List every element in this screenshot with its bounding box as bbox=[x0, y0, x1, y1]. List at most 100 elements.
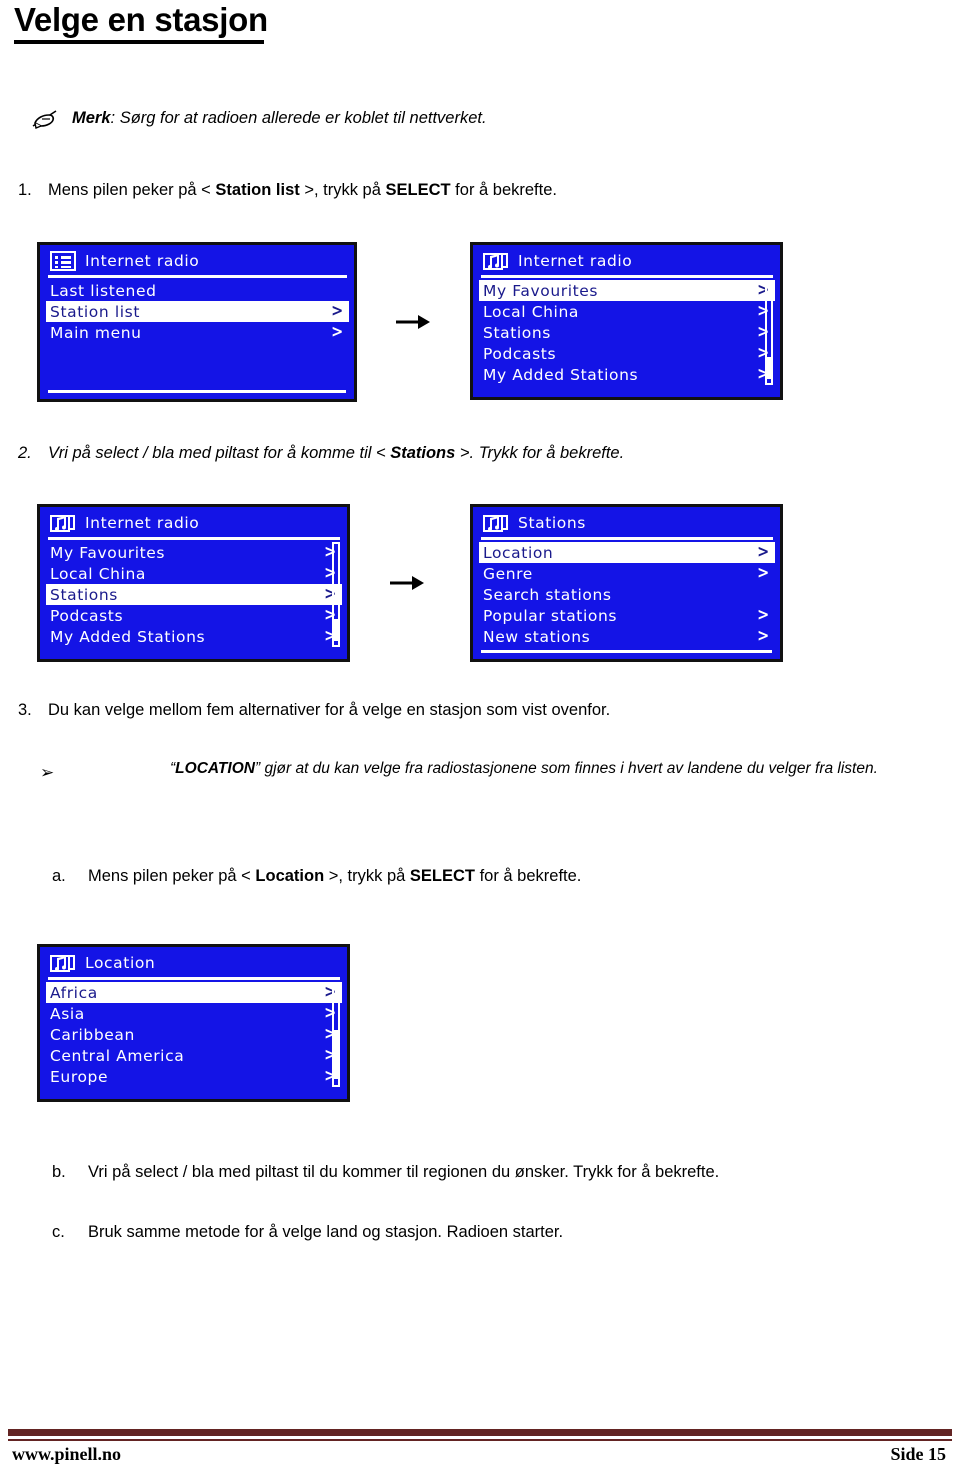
lcd-row[interactable]: Popular stations > bbox=[479, 605, 775, 626]
lcd-row[interactable]: Podcasts > bbox=[479, 343, 775, 364]
lcd-header-rule bbox=[48, 537, 340, 540]
step-1-post: for å bekrefte. bbox=[450, 181, 557, 199]
footer-rule-thick bbox=[8, 1429, 952, 1436]
substep-b: b. Vri på select / bla med piltast til d… bbox=[52, 1162, 719, 1183]
lcd-header: Stations bbox=[479, 511, 775, 535]
lcd-row-label: Location bbox=[483, 543, 554, 562]
chevron-right-icon: > bbox=[331, 301, 344, 321]
lcd-row-label: Stations bbox=[483, 323, 551, 342]
lcd-row-label: Central America bbox=[50, 1046, 185, 1065]
lcd-scrollbar[interactable] bbox=[332, 982, 340, 1087]
chevron-right-icon: > bbox=[757, 563, 770, 583]
lcd-row-label: Caribbean bbox=[50, 1025, 135, 1044]
lcd-row[interactable]: Last listened > bbox=[46, 280, 349, 301]
substep-a-bold1: Location bbox=[255, 867, 325, 885]
lcd-row[interactable]: Caribbean > bbox=[46, 1024, 342, 1045]
music-note-icon bbox=[50, 513, 76, 533]
lcd-row-label: Last listened bbox=[50, 281, 157, 300]
lcd-row[interactable]: Search stations > bbox=[479, 584, 775, 605]
note-body: : Sørg for at radioen allerede er koblet… bbox=[110, 109, 487, 128]
pen-note-icon bbox=[30, 108, 60, 130]
step-1-pre: Mens pilen peker på < bbox=[48, 181, 216, 199]
lcd-scrollbar[interactable] bbox=[765, 280, 773, 385]
lcd-row-label: Local China bbox=[483, 302, 579, 321]
music-note-icon bbox=[50, 953, 76, 973]
lcd-row[interactable]: Local China > bbox=[479, 301, 775, 322]
lcd-row-label: My Added Stations bbox=[483, 365, 639, 384]
lcd-row[interactable]: Stations > bbox=[479, 322, 775, 343]
substep-b-text: Vri på select / bla med piltast til du k… bbox=[88, 1163, 720, 1181]
substep-a-letter: a. bbox=[52, 867, 66, 885]
step-1-bold1: Station list bbox=[215, 181, 300, 199]
step-2-bold1: Stations bbox=[390, 444, 456, 462]
substep-c-text: Bruk samme metode for å velge land og st… bbox=[88, 1223, 564, 1241]
bullet-keyword: LOCATION bbox=[175, 760, 255, 777]
lcd-scrollbar-thumb[interactable] bbox=[334, 1030, 338, 1079]
lcd-header-title: Internet radio bbox=[85, 514, 200, 532]
lcd-row[interactable]: My Added Stations > bbox=[46, 626, 342, 647]
step-2-mid: >. Trykk for å bekrefte. bbox=[455, 444, 625, 462]
lcd-row[interactable]: My Favourites > bbox=[46, 542, 342, 563]
music-note-icon bbox=[483, 251, 509, 271]
lcd-row-label: Stations bbox=[50, 585, 118, 604]
lcd-row[interactable]: Europe > bbox=[46, 1066, 342, 1087]
title-underline bbox=[14, 40, 264, 44]
lcd-row-label: My Added Stations bbox=[50, 627, 206, 646]
lcd-screen-internet-radio-main: Internet radio Last listened > Station l… bbox=[37, 242, 357, 402]
lcd-row[interactable]: Main menu > bbox=[46, 322, 349, 343]
note-row: Merk: Sørg for at radioen allerede er ko… bbox=[30, 108, 487, 130]
lcd-row[interactable]: Station list > bbox=[46, 301, 349, 322]
lcd-scrollbar-thumb[interactable] bbox=[767, 356, 771, 379]
step-3-text: Du kan velge mellom fem alternativer for… bbox=[48, 701, 611, 719]
lcd-row[interactable]: New stations > bbox=[479, 626, 775, 647]
lcd-row[interactable]: Central America > bbox=[46, 1045, 342, 1066]
lcd-header: Internet radio bbox=[479, 249, 775, 273]
lcd-menu-list: Location > Genre > Search stations > Pop… bbox=[479, 542, 775, 647]
lcd-row[interactable]: My Favourites > bbox=[479, 280, 775, 301]
footer-website: www.pinell.no bbox=[12, 1444, 122, 1464]
step-1-mid: >, trykk på bbox=[299, 181, 386, 199]
lcd-row-label: Africa bbox=[50, 983, 98, 1002]
lcd-row[interactable]: Podcasts > bbox=[46, 605, 342, 626]
lcd-header-title: Stations bbox=[518, 514, 586, 532]
step-3: 3. Du kan velge mellom fem alternativer … bbox=[18, 700, 610, 721]
substep-a: a. Mens pilen peker på < Location >, try… bbox=[52, 866, 581, 887]
lcd-header: Location bbox=[46, 951, 342, 975]
note-text: Merk: Sørg for at radioen allerede er ko… bbox=[72, 109, 487, 129]
lcd-header-rule bbox=[481, 537, 773, 540]
lcd-bottom-rule bbox=[481, 650, 772, 653]
lcd-row[interactable]: Local China > bbox=[46, 563, 342, 584]
step-1-number: 1. bbox=[18, 181, 32, 199]
lcd-row-label: Podcasts bbox=[50, 606, 124, 625]
lcd-row[interactable]: Africa > bbox=[46, 982, 342, 1003]
lcd-row[interactable]: My Added Stations > bbox=[479, 364, 775, 385]
step-2-text: Vri på select / bla med piltast for å ko… bbox=[48, 443, 624, 464]
lcd-row-label: Genre bbox=[483, 564, 533, 583]
lcd-row-label: Station list bbox=[50, 302, 140, 321]
footer-rule-thin bbox=[8, 1439, 952, 1441]
lcd-scrollbar[interactable] bbox=[332, 542, 340, 647]
flow-arrow-right bbox=[390, 576, 424, 590]
step-1: 1. Mens pilen peker på < Station list >,… bbox=[18, 180, 557, 201]
lcd-row-label: Search stations bbox=[483, 585, 612, 604]
substep-b-letter: b. bbox=[52, 1163, 66, 1181]
step-2-pre: Vri på select / bla med piltast for å ko… bbox=[48, 444, 391, 462]
lcd-scrollbar-thumb[interactable] bbox=[334, 618, 338, 641]
substep-a-post: for å bekrefte. bbox=[475, 867, 582, 885]
lcd-row-label: My Favourites bbox=[483, 281, 599, 300]
lcd-header: Internet radio bbox=[46, 249, 349, 273]
page-title: Velge en stasjon bbox=[14, 1, 268, 38]
lcd-row-label: Podcasts bbox=[483, 344, 557, 363]
lcd-menu-list: Last listened > Station list > Main menu… bbox=[46, 280, 349, 343]
step-3-number: 3. bbox=[18, 701, 32, 719]
lcd-row[interactable]: Stations > bbox=[46, 584, 342, 605]
lcd-row-label: New stations bbox=[483, 627, 591, 646]
lcd-screen-location: Location Africa > Asia > Caribbean > Cen… bbox=[37, 944, 350, 1102]
lcd-row[interactable]: Location > bbox=[479, 542, 775, 563]
lcd-row-label: My Favourites bbox=[50, 543, 166, 562]
lcd-row[interactable]: Asia > bbox=[46, 1003, 342, 1024]
lcd-row[interactable]: Genre > bbox=[479, 563, 775, 584]
lcd-menu-list: Africa > Asia > Caribbean > Central Amer… bbox=[46, 982, 342, 1087]
chevron-right-icon: > bbox=[331, 322, 344, 342]
lcd-screen-internet-radio-favourites: Internet radio My Favourites > Local Chi… bbox=[470, 242, 783, 400]
